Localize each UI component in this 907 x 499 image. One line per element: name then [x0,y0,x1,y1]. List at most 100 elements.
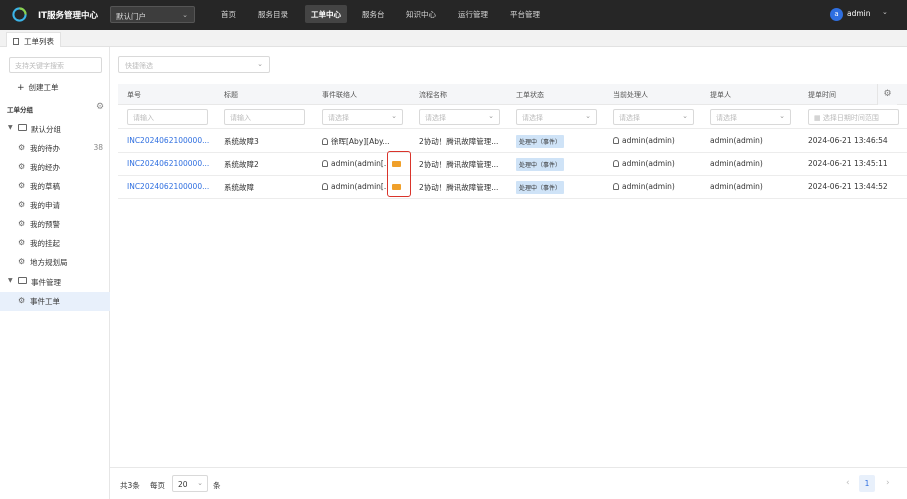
chevron-right-icon[interactable]: › [886,478,890,488]
filter-submitter-select[interactable]: 请选择 ⌄ [710,109,791,125]
folder-icon [18,124,27,131]
column-header[interactable]: 工单状态 [516,90,544,100]
table-filter-row: 请输入 请输入 请选择 ⌄ 请选择 ⌄ 请选择 ⌄ 请选择 ⌄ 请选择 ⌄ ▦ 选择日期时… [118,105,907,129]
table-row[interactable]: INC2024062100000... 系统故障3 徐晖[Aby][Aby...… [118,130,907,153]
column-settings-gear-icon[interactable]: ⚙ [877,84,897,105]
filter-title-input[interactable]: 请输入 [224,109,305,125]
sidebar-item-planning-bureau[interactable]: ⚙ 地方规划局 [0,253,110,272]
nav-item-operations[interactable]: 运行管理 [458,9,488,20]
chevron-down-icon: ⌄ [585,112,591,120]
tree-label: 默认分组 [31,125,61,134]
sidebar-item-my-suspended[interactable]: ⚙ 我的挂起 [0,234,110,253]
ticket-contact: admin(admin[... [322,159,388,168]
per-page-label: 每页 [150,481,165,490]
sidebar-item-my-drafts[interactable]: ⚙ 我的草稿 [0,177,110,196]
nav-item-knowledge-center[interactable]: 知识中心 [406,9,436,20]
nav-item-platform[interactable]: 平台管理 [510,9,540,20]
nav-item-home[interactable]: 首页 [221,9,236,20]
table-row[interactable]: INC2024062100000... 系统故障2 admin(admin[..… [118,153,907,176]
user-icon [613,160,619,167]
ticket-id-link[interactable]: INC2024062100000... [127,182,217,191]
user-icon [613,137,619,144]
tree-group-incident[interactable]: ▼ 事件管理 [0,273,110,292]
contact-name: 徐晖[Aby][Aby... [331,137,390,146]
chevron-down-icon: ⌄ [197,479,203,487]
page-number-current[interactable]: 1 [859,475,875,492]
chevron-down-icon: ⌄ [257,60,263,68]
settings-gear-icon[interactable]: ⚙ [96,102,104,112]
ticket-contact: 徐晖[Aby][Aby... [322,136,392,147]
status-badge: 处理中（事件） [516,135,565,148]
tab-label: 工单列表 [24,37,54,46]
count-badge: 38 [93,143,103,152]
portal-select[interactable]: 默认门户 ⌄ [110,6,195,23]
handler-name: admin(admin) [622,159,675,168]
avatar[interactable]: a [830,8,843,21]
column-header[interactable]: 提单时间 [808,90,836,100]
tab-ticket-list[interactable]: 工单列表 [6,32,61,47]
create-ticket-button[interactable]: + 创建工单 [17,82,59,93]
sidebar-item-my-requests[interactable]: ⚙ 我的申请 [0,196,110,215]
filter-handler-select[interactable]: 请选择 ⌄ [613,109,694,125]
tree-label: 事件管理 [31,278,61,287]
date-placeholder: 选择日期时间范围 [822,114,879,122]
nav-item-ticket-center[interactable]: 工单中心 [305,5,347,23]
column-header[interactable]: 流程名称 [419,90,447,100]
chevron-down-icon: ⌄ [391,112,397,120]
chevron-left-icon[interactable]: ‹ [846,478,850,488]
ticket-handler: admin(admin) [613,159,675,168]
caret-down-icon: ▼ [8,277,13,284]
tree-group-default[interactable]: ▼ 默认分组 [0,120,110,139]
nav-item-service-desk[interactable]: 服务台 [362,9,385,20]
sidebar-item-my-alerts[interactable]: ⚙ 我的预警 [0,215,110,234]
table-row[interactable]: INC2024062100000... 系统故障 admin(admin[...… [118,176,907,199]
caret-down-icon: ▼ [8,124,13,131]
column-header[interactable]: 事件联络人 [322,90,357,100]
node-icon: ⚙ [18,181,26,190]
filter-id-input[interactable]: 请输入 [127,109,208,125]
ticket-title: 系统故障2 [224,160,259,169]
filter-date-range-input[interactable]: ▦ 选择日期时间范围 [808,109,899,125]
handler-name: admin(admin) [622,136,675,145]
column-header[interactable]: 提单人 [710,90,731,100]
ticket-id-link[interactable]: INC2024062100000... [127,159,217,168]
filter-status-select[interactable]: 请选择 ⌄ [516,109,597,125]
page-size-select[interactable]: 20 ⌄ [172,475,208,492]
contact-name: admin(admin[... [331,159,388,168]
column-header[interactable]: 当前处理人 [613,90,648,100]
node-icon: ⚙ [18,219,26,228]
pagination-bar: 共3条 每页 20 ⌄ 条 ‹ 1 › [110,467,907,499]
top-nav-bar: IT服务管理中心 默认门户 ⌄ 首页 服务目录 工单中心 服务台 知识中心 运行… [0,0,907,30]
user-icon [322,160,328,167]
app-title: IT服务管理中心 [38,11,98,21]
node-icon: ⚙ [18,162,26,171]
filter-flow-select[interactable]: 请选择 ⌄ [419,109,500,125]
chevron-down-icon[interactable]: ⌄ [882,8,888,16]
chevron-down-icon: ⌄ [682,112,688,120]
sidebar-item-my-todo[interactable]: ⚙ 我的待办 38 [0,139,110,158]
ticket-id-link[interactable]: INC2024062100000... [127,136,217,145]
column-header[interactable]: 标题 [224,90,238,100]
select-placeholder: 请选择 [522,114,543,122]
tree-label: 我的经办 [30,163,60,172]
ticket-title: 系统故障 [224,183,254,192]
column-header[interactable]: 单号 [127,90,141,100]
create-ticket-label: 创建工单 [28,83,59,92]
quick-filter-placeholder: 快捷筛选 [125,62,153,70]
quick-filter-select[interactable]: 快捷筛选 ⌄ [118,56,270,73]
sidebar-search-input[interactable]: 支持关键字搜索 [9,57,102,73]
ticket-handler: admin(admin) [613,136,675,145]
ticket-handler: admin(admin) [613,182,675,191]
sidebar-item-my-handled[interactable]: ⚙ 我的经办 [0,158,110,177]
contact-name: admin(admin[... [331,182,388,191]
nav-item-service-catalog[interactable]: 服务目录 [258,9,288,20]
chevron-down-icon: ⌄ [182,11,188,19]
sidebar-item-incident-tickets[interactable]: ⚙ 事件工单 [0,292,110,311]
filter-contact-select[interactable]: 请选择 ⌄ [322,109,403,125]
per-page-unit: 条 [213,481,221,490]
status-badge: 处理中（事件） [516,181,565,194]
ticket-flow: 2协动！腾讯故障管理... [419,183,499,192]
user-name[interactable]: admin [847,9,871,18]
chevron-down-icon: ⌄ [488,112,494,120]
ticket-flow: 2协动！腾讯故障管理... [419,160,499,169]
